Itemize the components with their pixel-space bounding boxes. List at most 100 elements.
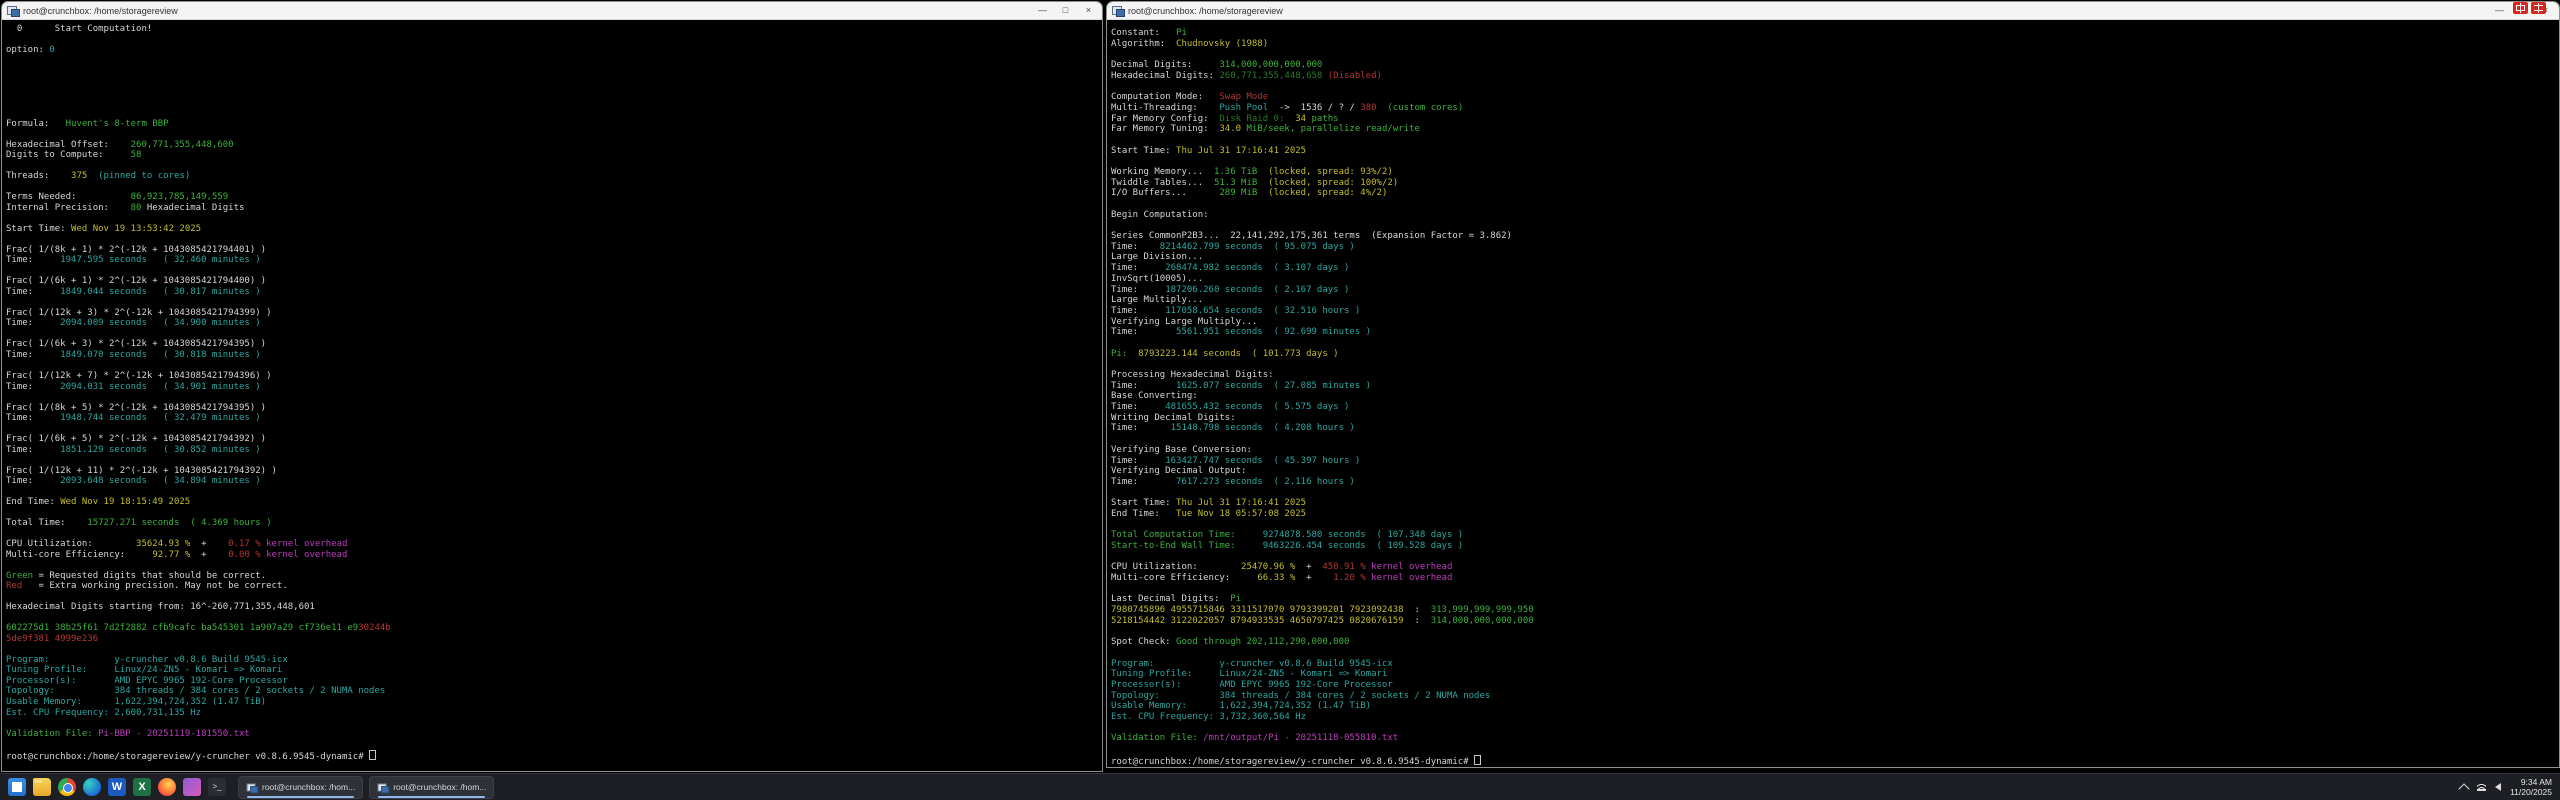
excel-icon[interactable]: X (133, 778, 151, 796)
right-terminal-titlebar[interactable]: root@crunchbox: /home/storagereview —□× (1107, 2, 2559, 20)
putty-icon (1112, 5, 1124, 16)
terminal-line: Processor(s): AMD EPYC 9965 192-Core Pro… (6, 676, 1102, 687)
start-button[interactable] (8, 778, 26, 796)
terminal-line: Base Converting: (1111, 391, 2559, 402)
terminal-line: Green = Requested digits that should be … (6, 571, 1102, 582)
left-terminal-output[interactable]: 0 Start Computation! option: 0 Formula: … (2, 20, 1102, 760)
left-terminal-titlebar[interactable]: root@crunchbox: /home/storagereview —□× (2, 2, 1102, 20)
terminal-line (6, 129, 1102, 140)
putty-icon (378, 782, 389, 792)
terminal-line (6, 266, 1102, 277)
terminal-line (1111, 199, 2559, 210)
left-window-controls: —□× (1031, 2, 1100, 19)
terminal-line (6, 66, 1102, 77)
clock-date: 11/20/2025 (2510, 787, 2552, 797)
terminal-line: Time: 1948.744 seconds ( 32.479 minutes … (6, 413, 1102, 424)
close-button[interactable]: × (1077, 2, 1100, 19)
minimize-button[interactable]: — (1031, 2, 1054, 19)
firefox-icon[interactable] (158, 778, 176, 796)
terminal-line: option: 0 (6, 45, 1102, 56)
right-terminal-output[interactable]: Constant: PiAlgorithm: Chudnovsky (1988)… (1107, 20, 2559, 765)
terminal-line: Time: 187206.260 seconds ( 2.167 days ) (1111, 285, 2559, 296)
taskbar-window-button[interactable]: root@crunchbox: /hom... (369, 776, 494, 799)
terminal-line (1111, 156, 2559, 167)
terminal-line: Usable Memory: 1,622,394,724,352 (1.47 T… (1111, 701, 2559, 712)
terminal-line (6, 361, 1102, 372)
terminal-line: Hexadecimal Digits starting from: 16^-26… (6, 602, 1102, 613)
terminal-line: Decimal Digits: 314,000,000,000,000 (1111, 60, 2559, 71)
terminal-line (6, 487, 1102, 498)
ime-chinese-icon[interactable] (2513, 2, 2528, 14)
terminal-line: Time: 481655.432 seconds ( 5.575 days ) (1111, 402, 2559, 413)
terminal-line: Topology: 384 threads / 384 cores / 2 so… (6, 686, 1102, 697)
terminal-line: Frac( 1/(12k + 7) * 2^(-12k + 1043085421… (6, 371, 1102, 382)
paint-icon[interactable] (183, 778, 201, 796)
terminal-line: Tuning Profile: Linux/24-ZN5 - Komari =>… (1111, 669, 2559, 680)
left-terminal-window[interactable]: root@crunchbox: /home/storagereview —□× … (1, 1, 1103, 772)
terminal-line: Working Memory... 1.36 TiB (locked, spre… (1111, 167, 2559, 178)
terminal-line: Validation File: /mnt/output/Pi - 202511… (1111, 733, 2559, 744)
terminal-line: 0 Start Computation! (6, 24, 1102, 35)
terminal-line: Usable Memory: 1,622,394,724,352 (1.47 T… (6, 697, 1102, 708)
terminal-line: Frac( 1/(6k + 1) * 2^(-12k + 10430854217… (6, 276, 1102, 287)
putty-icon (247, 782, 258, 792)
terminal-line: Start-to-End Wall Time: 9463226.454 seco… (1111, 541, 2559, 552)
terminal-line: Time: 15148.798 seconds ( 4.208 hours ) (1111, 423, 2559, 434)
terminal-line (1111, 744, 2559, 755)
terminal-line (6, 455, 1102, 466)
terminal-line: Time: 1851.129 seconds ( 30.852 minutes … (6, 445, 1102, 456)
terminal-line: Hexadecimal Digits: 260,771,355,448,658 … (1111, 71, 2559, 82)
terminal-line: Time: 117058.654 seconds ( 32.516 hours … (1111, 306, 2559, 317)
terminal-line: 5de9f381 4999e236 (6, 634, 1102, 645)
terminal-line: Time: 7617.273 seconds ( 2.116 hours ) (1111, 477, 2559, 488)
taskbar-window-button[interactable]: root@crunchbox: /hom... (238, 776, 363, 799)
terminal-line (1111, 359, 2559, 370)
terminal-line (6, 161, 1102, 172)
terminal-line: Time: 163427.747 seconds ( 45.397 hours … (1111, 456, 2559, 467)
chrome-icon[interactable] (58, 778, 76, 796)
tray-expand-icon[interactable] (2458, 783, 2469, 794)
terminal-line (6, 56, 1102, 67)
file-explorer-icon[interactable] (33, 778, 51, 796)
terminal-line: Red = Extra working precision. May not b… (6, 581, 1102, 592)
terminal-line (1111, 627, 2559, 638)
terminal-line: root@crunchbox:/home/storagereview/y-cru… (1111, 755, 2559, 766)
terminal-line (6, 592, 1102, 603)
terminal-line (6, 77, 1102, 88)
volume-icon[interactable] (2495, 783, 2501, 791)
terminal-line: Multi-Threading: Push Pool -> 1536 / ? /… (1111, 103, 2559, 114)
terminal-line: Frac( 1/(6k + 3) * 2^(-12k + 10430854217… (6, 339, 1102, 350)
terminal-line (6, 739, 1102, 750)
terminal-line: Internal Precision: 80 Hexadecimal Digit… (6, 203, 1102, 214)
terminal-line: Threads: 375 (pinned to cores) (6, 171, 1102, 182)
terminal-line: Last Decimal Digits: Pi (1111, 594, 2559, 605)
network-icon[interactable] (2477, 784, 2486, 791)
taskbar-window-button-label: root@crunchbox: /hom... (262, 782, 355, 792)
terminal-line (1111, 81, 2559, 92)
terminal-line: Terms Needed: 86,923,785,149,559 (6, 192, 1102, 203)
edge-icon[interactable] (83, 778, 101, 796)
right-terminal-window[interactable]: root@crunchbox: /home/storagereview —□× … (1106, 1, 2560, 768)
terminal-line: Far Memory Tuning: 34.0 MiB/seek, parall… (1111, 124, 2559, 135)
taskbar-pinned-icons: WX >_ (8, 778, 226, 796)
terminal-line (6, 529, 1102, 540)
terminal-line (1111, 648, 2559, 659)
terminal-line: Est. CPU Frequency: 2,600,731,135 Hz (6, 708, 1102, 719)
terminal-icon[interactable]: >_ (208, 778, 226, 796)
minimize-button[interactable]: — (2488, 2, 2511, 19)
terminal-line: Large Division... (1111, 252, 2559, 263)
terminal-line (1111, 584, 2559, 595)
word-icon[interactable]: W (108, 778, 126, 796)
terminal-line: Start Time: Thu Jul 31 17:16:41 2025 (1111, 498, 2559, 509)
terminal-line: 7980745896 4955715846 3311517070 9793399… (1111, 605, 2559, 616)
terminal-line (6, 98, 1102, 109)
terminal-cursor (369, 750, 376, 760)
maximize-button[interactable]: □ (1054, 2, 1077, 19)
terminal-line (1111, 135, 2559, 146)
taskbar-window-buttons: root@crunchbox: /hom... root@crunchbox: /… (238, 776, 494, 799)
terminal-line: End Time: Tue Nov 18 05:57:08 2025 (1111, 509, 2559, 520)
taskbar-clock[interactable]: 9:34 AM 11/20/2025 (2510, 777, 2552, 797)
desktop: root@crunchbox: /home/storagereview —□× … (0, 0, 2560, 800)
ime-toolbar[interactable] (2513, 2, 2546, 14)
ime-chinese-text-icon[interactable] (2531, 2, 2546, 14)
